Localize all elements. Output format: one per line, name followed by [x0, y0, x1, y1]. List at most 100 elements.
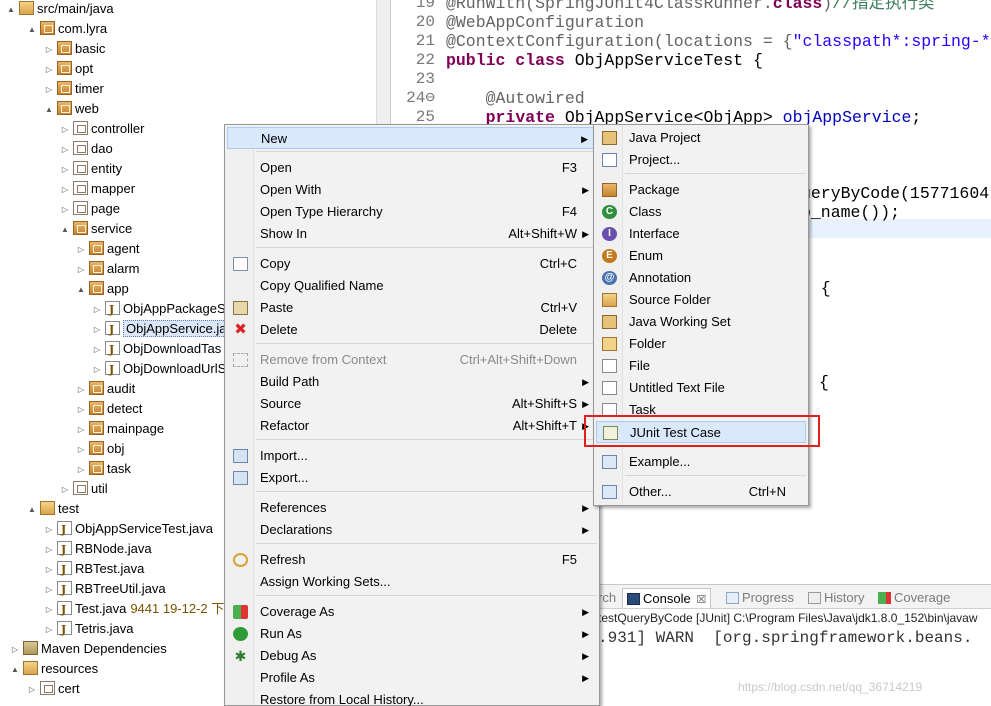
tree-item[interactable]: ▲ app	[76, 279, 129, 299]
collapsed-arrow-icon[interactable]: ▷	[76, 240, 86, 260]
tree-item[interactable]: ▷ Test.java9441 19-12-2 下	[44, 599, 224, 620]
tab-search[interactable]: rch	[598, 588, 616, 608]
menu-item-open[interactable]: Open F3	[227, 157, 597, 179]
expanded-arrow-icon[interactable]: ▲	[6, 0, 16, 20]
tree-item[interactable]: ▷ agent	[76, 239, 140, 259]
new-item-project[interactable]: Project...	[596, 149, 806, 171]
tree-item[interactable]: ▷ entity	[60, 159, 122, 179]
tree-item[interactable]: ▷ RBNode.java	[44, 539, 152, 560]
tree-item[interactable]: ▷ basic	[44, 39, 105, 59]
menu-item-build-path[interactable]: Build Path ▶	[227, 371, 597, 393]
expanded-arrow-icon[interactable]: ▲	[76, 280, 86, 300]
menu-item-assign-working-sets[interactable]: Assign Working Sets...	[227, 571, 597, 593]
tab-history[interactable]: History	[808, 588, 864, 608]
collapsed-arrow-icon[interactable]: ▷	[76, 260, 86, 280]
menu-item-show-in[interactable]: Show In Alt+Shift+W ▶	[227, 223, 597, 245]
collapsed-arrow-icon[interactable]: ▷	[60, 480, 70, 500]
menu-item-new[interactable]: New ▶	[227, 127, 597, 149]
new-item-untitled-text-file[interactable]: Untitled Text File	[596, 377, 806, 399]
new-item-file[interactable]: File	[596, 355, 806, 377]
collapsed-arrow-icon[interactable]: ▷	[44, 620, 54, 640]
tree-item[interactable]: ▷ util	[60, 479, 108, 499]
tree-item[interactable]: ▷ ObjDownloadTas	[92, 339, 221, 360]
menu-item-profile-as[interactable]: Profile As ▶	[227, 667, 597, 689]
tree-item[interactable]: ▲ test	[27, 499, 79, 519]
collapsed-arrow-icon[interactable]: ▷	[44, 520, 54, 540]
tree-item[interactable]: ▷ ObjAppServiceTest.java	[44, 519, 213, 540]
collapsed-arrow-icon[interactable]: ▷	[92, 360, 102, 380]
tree-item[interactable]: ▷ detect	[76, 399, 142, 419]
tree-item[interactable]: ▷ mainpage	[76, 419, 164, 439]
tree-item[interactable]: ▲ web	[44, 99, 99, 119]
collapsed-arrow-icon[interactable]: ▷	[92, 340, 102, 360]
collapsed-arrow-icon[interactable]: ▷	[60, 180, 70, 200]
menu-item-import[interactable]: Import...	[227, 445, 597, 467]
new-item-package[interactable]: Package	[596, 179, 806, 201]
collapsed-arrow-icon[interactable]: ▷	[76, 460, 86, 480]
menu-item-delete[interactable]: ✖ Delete Delete	[227, 319, 597, 341]
menu-item-coverage-as[interactable]: Coverage As ▶	[227, 601, 597, 623]
collapsed-arrow-icon[interactable]: ▷	[60, 160, 70, 180]
new-item-class[interactable]: C Class	[596, 201, 806, 223]
new-item-source-folder[interactable]: Source Folder	[596, 289, 806, 311]
tree-item[interactable]: ▷ Maven Dependencies	[10, 639, 167, 659]
menu-item-source[interactable]: Source Alt+Shift+S ▶	[227, 393, 597, 415]
menu-item-debug-as[interactable]: ✱ Debug As ▶	[227, 645, 597, 667]
menu-item-open-with[interactable]: Open With ▶	[227, 179, 597, 201]
collapsed-arrow-icon[interactable]: ▷	[44, 60, 54, 80]
tree-item[interactable]: ▷ audit	[76, 379, 135, 399]
menu-item-refresh[interactable]: Refresh F5	[227, 549, 597, 571]
menu-item-export[interactable]: Export...	[227, 467, 597, 489]
collapsed-arrow-icon[interactable]: ▷	[10, 640, 20, 660]
tab-coverage[interactable]: Coverage	[878, 588, 950, 608]
collapsed-arrow-icon[interactable]: ▷	[44, 80, 54, 100]
close-icon[interactable]: ☒	[696, 594, 706, 606]
menu-item-copy-qualified-name[interactable]: Copy Qualified Name	[227, 275, 597, 297]
tree-item[interactable]: ▷ dao	[60, 139, 113, 159]
collapsed-arrow-icon[interactable]: ▷	[44, 540, 54, 560]
menu-item-copy[interactable]: Copy Ctrl+C	[227, 253, 597, 275]
tree-item[interactable]: ▲ resources	[10, 659, 98, 679]
tree-item[interactable]: ▷ ObjAppService.jav	[92, 319, 236, 340]
tree-item[interactable]: ▲ src/main/java	[6, 0, 114, 19]
collapsed-arrow-icon[interactable]: ▷	[92, 320, 102, 340]
tree-item[interactable]: ▷ alarm	[76, 259, 140, 279]
tree-item[interactable]: ▷ ObjDownloadUrlS	[92, 359, 226, 380]
tree-item[interactable]: ▷ Tetris.java	[44, 619, 134, 640]
collapsed-arrow-icon[interactable]: ▷	[76, 420, 86, 440]
new-item-folder[interactable]: Folder	[596, 333, 806, 355]
expanded-arrow-icon[interactable]: ▲	[27, 20, 37, 40]
expanded-arrow-icon[interactable]: ▲	[60, 220, 70, 240]
menu-item-restore-from-local-history[interactable]: Restore from Local History...	[227, 689, 597, 706]
new-item-java-project[interactable]: Java Project	[596, 127, 806, 149]
tab-console[interactable]: Console ☒	[622, 588, 712, 608]
collapsed-arrow-icon[interactable]: ▷	[60, 140, 70, 160]
tab-progress[interactable]: Progress	[726, 588, 794, 608]
tree-item[interactable]: ▲ com.lyra	[27, 19, 107, 39]
new-item-interface[interactable]: I Interface	[596, 223, 806, 245]
menu-item-refactor[interactable]: Refactor Alt+Shift+T ▶	[227, 415, 597, 437]
new-item-example[interactable]: Example...	[596, 451, 806, 473]
tree-item[interactable]: ▷ opt	[44, 59, 93, 79]
menu-item-run-as[interactable]: Run As ▶	[227, 623, 597, 645]
new-item-enum[interactable]: E Enum	[596, 245, 806, 267]
expanded-arrow-icon[interactable]: ▲	[10, 660, 20, 680]
collapsed-arrow-icon[interactable]: ▷	[60, 120, 70, 140]
menu-item-paste[interactable]: Paste Ctrl+V	[227, 297, 597, 319]
new-item-annotation[interactable]: @ Annotation	[596, 267, 806, 289]
tree-item[interactable]: ▷ cert	[27, 679, 80, 699]
collapsed-arrow-icon[interactable]: ▷	[76, 380, 86, 400]
tree-item[interactable]: ▷ ObjAppPackageS	[92, 299, 226, 320]
collapsed-arrow-icon[interactable]: ▷	[27, 680, 37, 700]
tree-item[interactable]: ▷ mapper	[60, 179, 135, 199]
expanded-arrow-icon[interactable]: ▲	[27, 500, 37, 520]
tree-item[interactable]: ▷ obj	[76, 439, 124, 459]
collapsed-arrow-icon[interactable]: ▷	[76, 440, 86, 460]
menu-item-references[interactable]: References ▶	[227, 497, 597, 519]
tree-item[interactable]: ▷ RBTest.java	[44, 559, 144, 580]
collapsed-arrow-icon[interactable]: ▷	[76, 400, 86, 420]
menu-item-declarations[interactable]: Declarations ▶	[227, 519, 597, 541]
collapsed-arrow-icon[interactable]: ▷	[92, 300, 102, 320]
tree-item[interactable]: ▲ service	[60, 219, 132, 239]
collapsed-arrow-icon[interactable]: ▷	[44, 580, 54, 600]
